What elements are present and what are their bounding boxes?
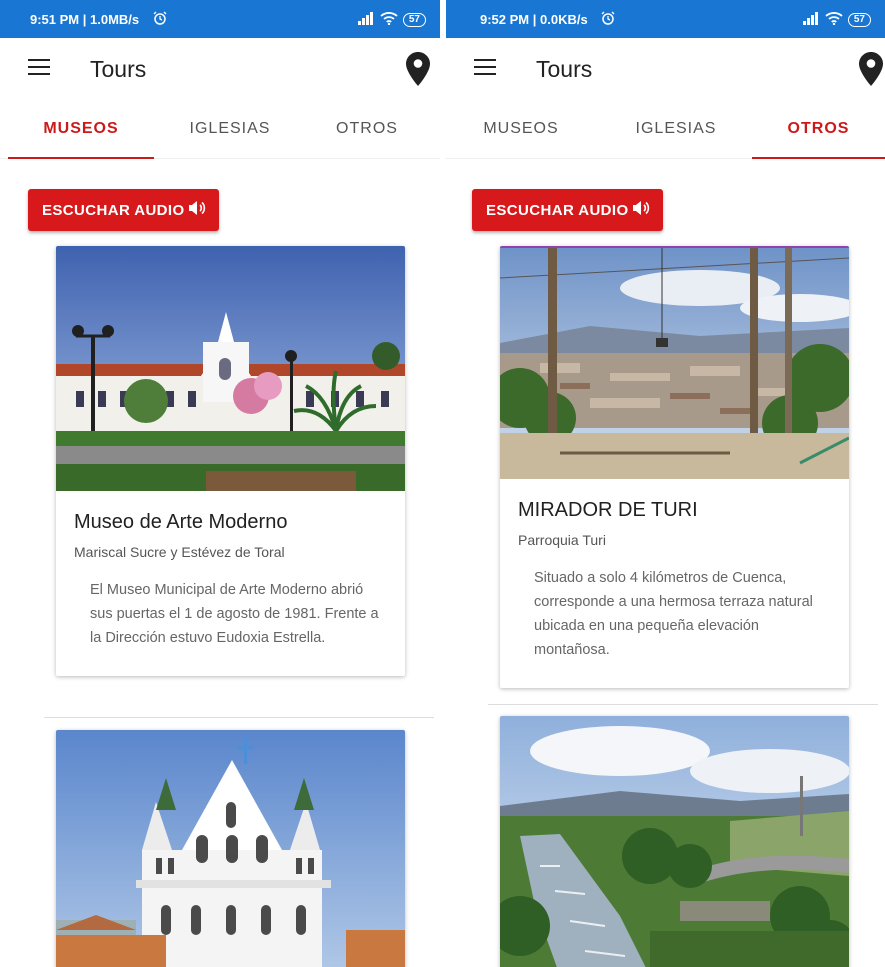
card-description: El Museo Municipal de Arte Moderno abrió…	[90, 582, 379, 646]
card-title: MIRADOR DE TURI	[518, 499, 698, 521]
speaker-volume-icon	[187, 199, 207, 221]
menu-icon[interactable]	[28, 59, 50, 79]
menu-icon[interactable]	[474, 59, 496, 79]
alarm-icon	[600, 10, 616, 29]
tab-otros[interactable]: OTROS	[294, 100, 440, 158]
alarm-icon	[152, 10, 168, 29]
tab-bar: MUSEOS IGLESIAS OTROS	[0, 100, 440, 159]
tour-card[interactable]	[56, 730, 405, 967]
card-address: Parroquia Turi	[518, 532, 606, 548]
card-image-viewpoint	[500, 248, 849, 479]
card-divider	[488, 704, 878, 705]
status-icons: 57	[802, 11, 871, 28]
wifi-icon	[825, 11, 843, 28]
tab-museos[interactable]: MUSEOS	[448, 100, 594, 158]
app-title: Tours	[90, 56, 147, 82]
tab-museos[interactable]: MUSEOS	[8, 100, 154, 159]
app-bar: Tours	[446, 38, 885, 100]
phone-screen-museos: 9:51 PM | 1.0MB/s 57 Tours MUSEOS IGLESI…	[0, 0, 440, 967]
tab-iglesias[interactable]: IGLESIAS	[157, 100, 303, 158]
location-pin-icon[interactable]	[859, 52, 883, 86]
status-bar: 9:52 PM | 0.0KB/s 57	[446, 0, 885, 38]
app-bar: Tours	[0, 38, 440, 100]
app-title: Tours	[536, 56, 593, 82]
tab-iglesias[interactable]: IGLESIAS	[603, 100, 749, 158]
listen-audio-button[interactable]: ESCUCHAR AUDIO	[28, 189, 219, 231]
tour-card[interactable]	[500, 716, 849, 967]
listen-audio-button[interactable]: ESCUCHAR AUDIO	[472, 189, 663, 231]
status-bar: 9:51 PM | 1.0MB/s 57	[0, 0, 440, 38]
speaker-volume-icon	[631, 199, 651, 221]
status-time: 9:51 PM | 1.0MB/s	[30, 12, 140, 27]
card-body: MIRADOR DE TURI Parroquia Turi Situado a…	[500, 479, 849, 688]
listen-audio-label: ESCUCHAR AUDIO	[42, 201, 185, 219]
tour-card[interactable]: Museo de Arte Moderno Mariscal Sucre y E…	[56, 246, 405, 676]
card-title: Museo de Arte Moderno	[74, 511, 288, 533]
status-icons: 57	[357, 11, 426, 28]
battery-icon: 57	[402, 12, 426, 27]
card-body: Museo de Arte Moderno Mariscal Sucre y E…	[56, 491, 405, 676]
wifi-icon	[380, 11, 398, 28]
tab-bar: MUSEOS IGLESIAS OTROS	[446, 100, 885, 159]
card-divider	[44, 717, 434, 718]
card-image-museum	[56, 246, 405, 491]
phone-screen-otros: 9:52 PM | 0.0KB/s 57 Tours MUSEOS IGLESI…	[446, 0, 885, 967]
tour-card[interactable]: MIRADOR DE TURI Parroquia Turi Situado a…	[500, 246, 849, 688]
card-description: Situado a solo 4 kilómetros de Cuenca, c…	[534, 570, 813, 658]
signal-icon	[357, 11, 375, 28]
card-image-river	[500, 716, 849, 967]
status-time: 9:52 PM | 0.0KB/s	[480, 12, 588, 27]
battery-icon: 57	[847, 12, 871, 27]
listen-audio-label: ESCUCHAR AUDIO	[486, 201, 629, 219]
card-image-church	[56, 730, 405, 967]
signal-icon	[802, 11, 820, 28]
location-pin-icon[interactable]	[406, 52, 430, 86]
tab-otros[interactable]: OTROS	[752, 100, 885, 159]
card-address: Mariscal Sucre y Estévez de Toral	[74, 544, 285, 560]
